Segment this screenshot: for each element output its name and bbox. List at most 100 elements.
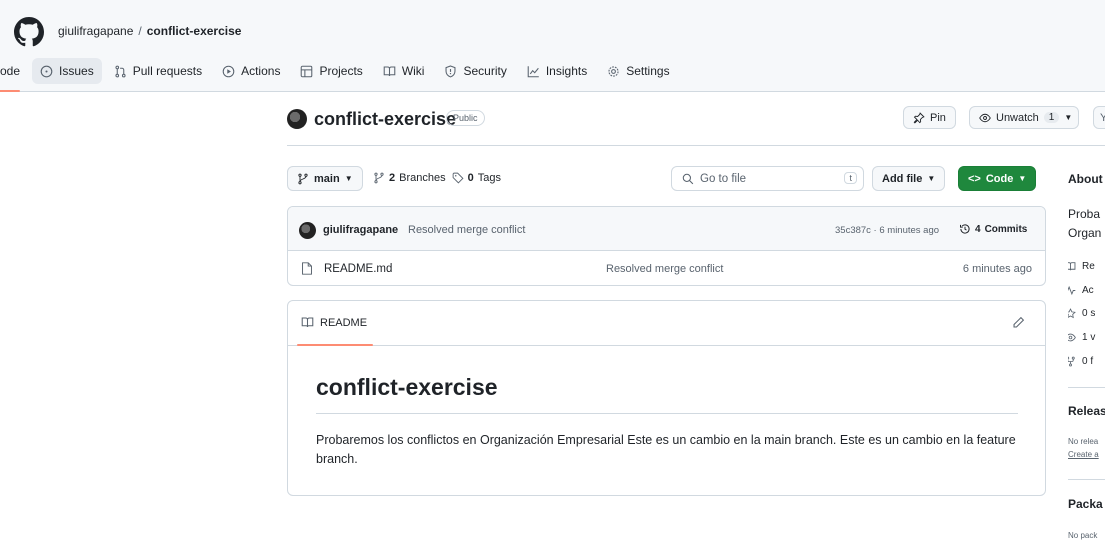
readme-tab[interactable]: README [296,316,374,346]
readme-heading: conflict-exercise [316,374,498,400]
repo-header: giulifragapane / conflict-exercise ode Iss… [0,0,1105,92]
tab-code-label: ode [0,64,21,78]
commits-label: Commits [984,223,1028,235]
pull-request-icon [115,65,126,77]
chevron-down-icon: ▼ [344,174,353,183]
code-button[interactable]: <> Code ▼ [958,166,1037,191]
go-to-file-input[interactable]: Go to file t [671,166,864,191]
tab-wiki[interactable]: Wiki [375,58,433,84]
unwatch-label: Unwatch [996,111,1039,124]
tab-security-label: Security [463,64,507,78]
tab-projects[interactable]: Projects [292,58,370,84]
owner-avatar[interactable] [287,109,307,129]
commit-hash-time[interactable]: 35c387c · 6 minutes ago [835,225,939,236]
pencil-icon[interactable] [1012,316,1025,329]
about-description-line1: Proba [1068,207,1101,221]
add-file-button[interactable]: Add file ▼ [872,166,946,191]
pin-icon [913,111,925,124]
watch-count: 1 [1043,112,1060,123]
book-icon [301,317,314,328]
branches-label: Branches [399,172,446,184]
table-icon [301,65,313,77]
book-icon [1068,262,1076,271]
branches-link[interactable]: 2 Branches [373,172,446,184]
star-icon [1068,308,1076,319]
tab-settings-label: Settings [626,64,670,78]
tab-issues[interactable]: Issues [32,58,102,84]
tab-pull-requests[interactable]: Pull requests [106,58,210,84]
commit-author-avatar[interactable] [299,222,316,239]
tags-label: Tags [477,172,501,184]
add-file-label: Add file [882,172,923,185]
branches-count: 2 [389,172,396,184]
eye-icon [1068,333,1076,342]
tab-code[interactable]: ode [0,58,28,92]
packages-empty: No pack [1068,531,1098,540]
breadcrumb-owner[interactable]: giulifragapane [58,24,133,38]
packages-title[interactable]: Packa [1068,497,1103,511]
sidebar-divider [1068,387,1105,388]
table-row[interactable]: README.md Resolved merge conflict 6 minu… [288,251,1045,285]
graph-icon [527,65,539,77]
tab-wiki-label: Wiki [401,64,425,78]
file-name[interactable]: README.md [324,263,392,275]
file-time: 6 minutes ago [962,263,1032,275]
tab-pull-requests-label: Pull requests [132,64,203,78]
gear-icon [608,65,619,77]
commit-message[interactable]: Resolved merge conflict [408,224,525,236]
eye-icon [979,113,991,122]
breadcrumb: giulifragapane / conflict-exercise [58,24,241,38]
tab-projects-label: Projects [319,64,363,78]
breadcrumb-repo[interactable]: conflict-exercise [147,24,242,38]
repo-title: conflict-exercise [314,109,457,129]
tags-link[interactable]: 0 Tags [452,172,501,184]
file-commit-message[interactable]: Resolved merge conflict [606,263,723,275]
tab-insights[interactable]: Insights [519,58,595,84]
code-label: Code [985,172,1014,185]
code-icon: <> [968,172,981,185]
commit-author[interactable]: giulifragapane [323,224,398,236]
branch-name: main [314,172,340,185]
sidebar-divider [1068,479,1105,480]
readme-link[interactable]: Re [1068,261,1095,272]
pin-button[interactable]: Pin [903,106,956,129]
file-icon [302,262,312,275]
about-title: About [1068,172,1103,186]
about-sidebar: About Proba Organ Re Ac 0 s 1 v 0 f Rele… [1068,0,1105,541]
readme-header: README [288,301,1045,346]
readme-link-label: Re [1082,261,1095,272]
commits-link[interactable]: 4 Commits [959,223,1027,235]
stars-link-label: 0 s [1082,308,1096,319]
shield-icon [445,64,456,78]
releases-title[interactable]: Releas [1068,404,1105,418]
activity-link[interactable]: Ac [1068,285,1094,296]
readme-body: Probaremos los conflictos en Organizació… [316,433,1016,466]
go-to-file-placeholder: Go to file [700,173,747,185]
forks-link[interactable]: 0 f [1068,356,1093,367]
repo-nav: ode Issues Pull requests Actions Project… [0,58,682,92]
releases-empty: No relea [1068,437,1099,446]
search-icon [682,173,694,185]
chevron-down-icon: ▼ [1018,174,1027,183]
readme-panel: README conflict-exercise Probaremos los … [287,300,1046,496]
activity-link-label: Ac [1082,285,1094,296]
tab-settings[interactable]: Settings [599,58,677,84]
play-icon [222,65,235,77]
unwatch-button[interactable]: Unwatch 1 ▼ [969,106,1080,129]
tab-issues-label: Issues [59,64,94,78]
readme-divider [316,413,1018,414]
tab-actions[interactable]: Actions [214,58,288,84]
about-description-line2: Organ [1068,226,1102,240]
watchers-link[interactable]: 1 v [1068,332,1095,343]
latest-commit-row: giulifragapane Resolved merge conflict 3… [288,207,1045,251]
tag-icon [452,172,464,184]
commits-count: 4 [975,223,981,235]
file-table: giulifragapane Resolved merge conflict 3… [287,206,1046,286]
visibility-badge: Public [446,110,485,126]
branches-tags: 2 Branches 0 Tags [373,172,501,184]
tab-security[interactable]: Security [436,58,514,84]
create-release-link[interactable]: Create a [1068,450,1099,459]
stars-link[interactable]: 0 s [1068,308,1095,319]
branch-select[interactable]: main ▼ [287,166,363,191]
github-logo-icon[interactable] [14,17,44,47]
